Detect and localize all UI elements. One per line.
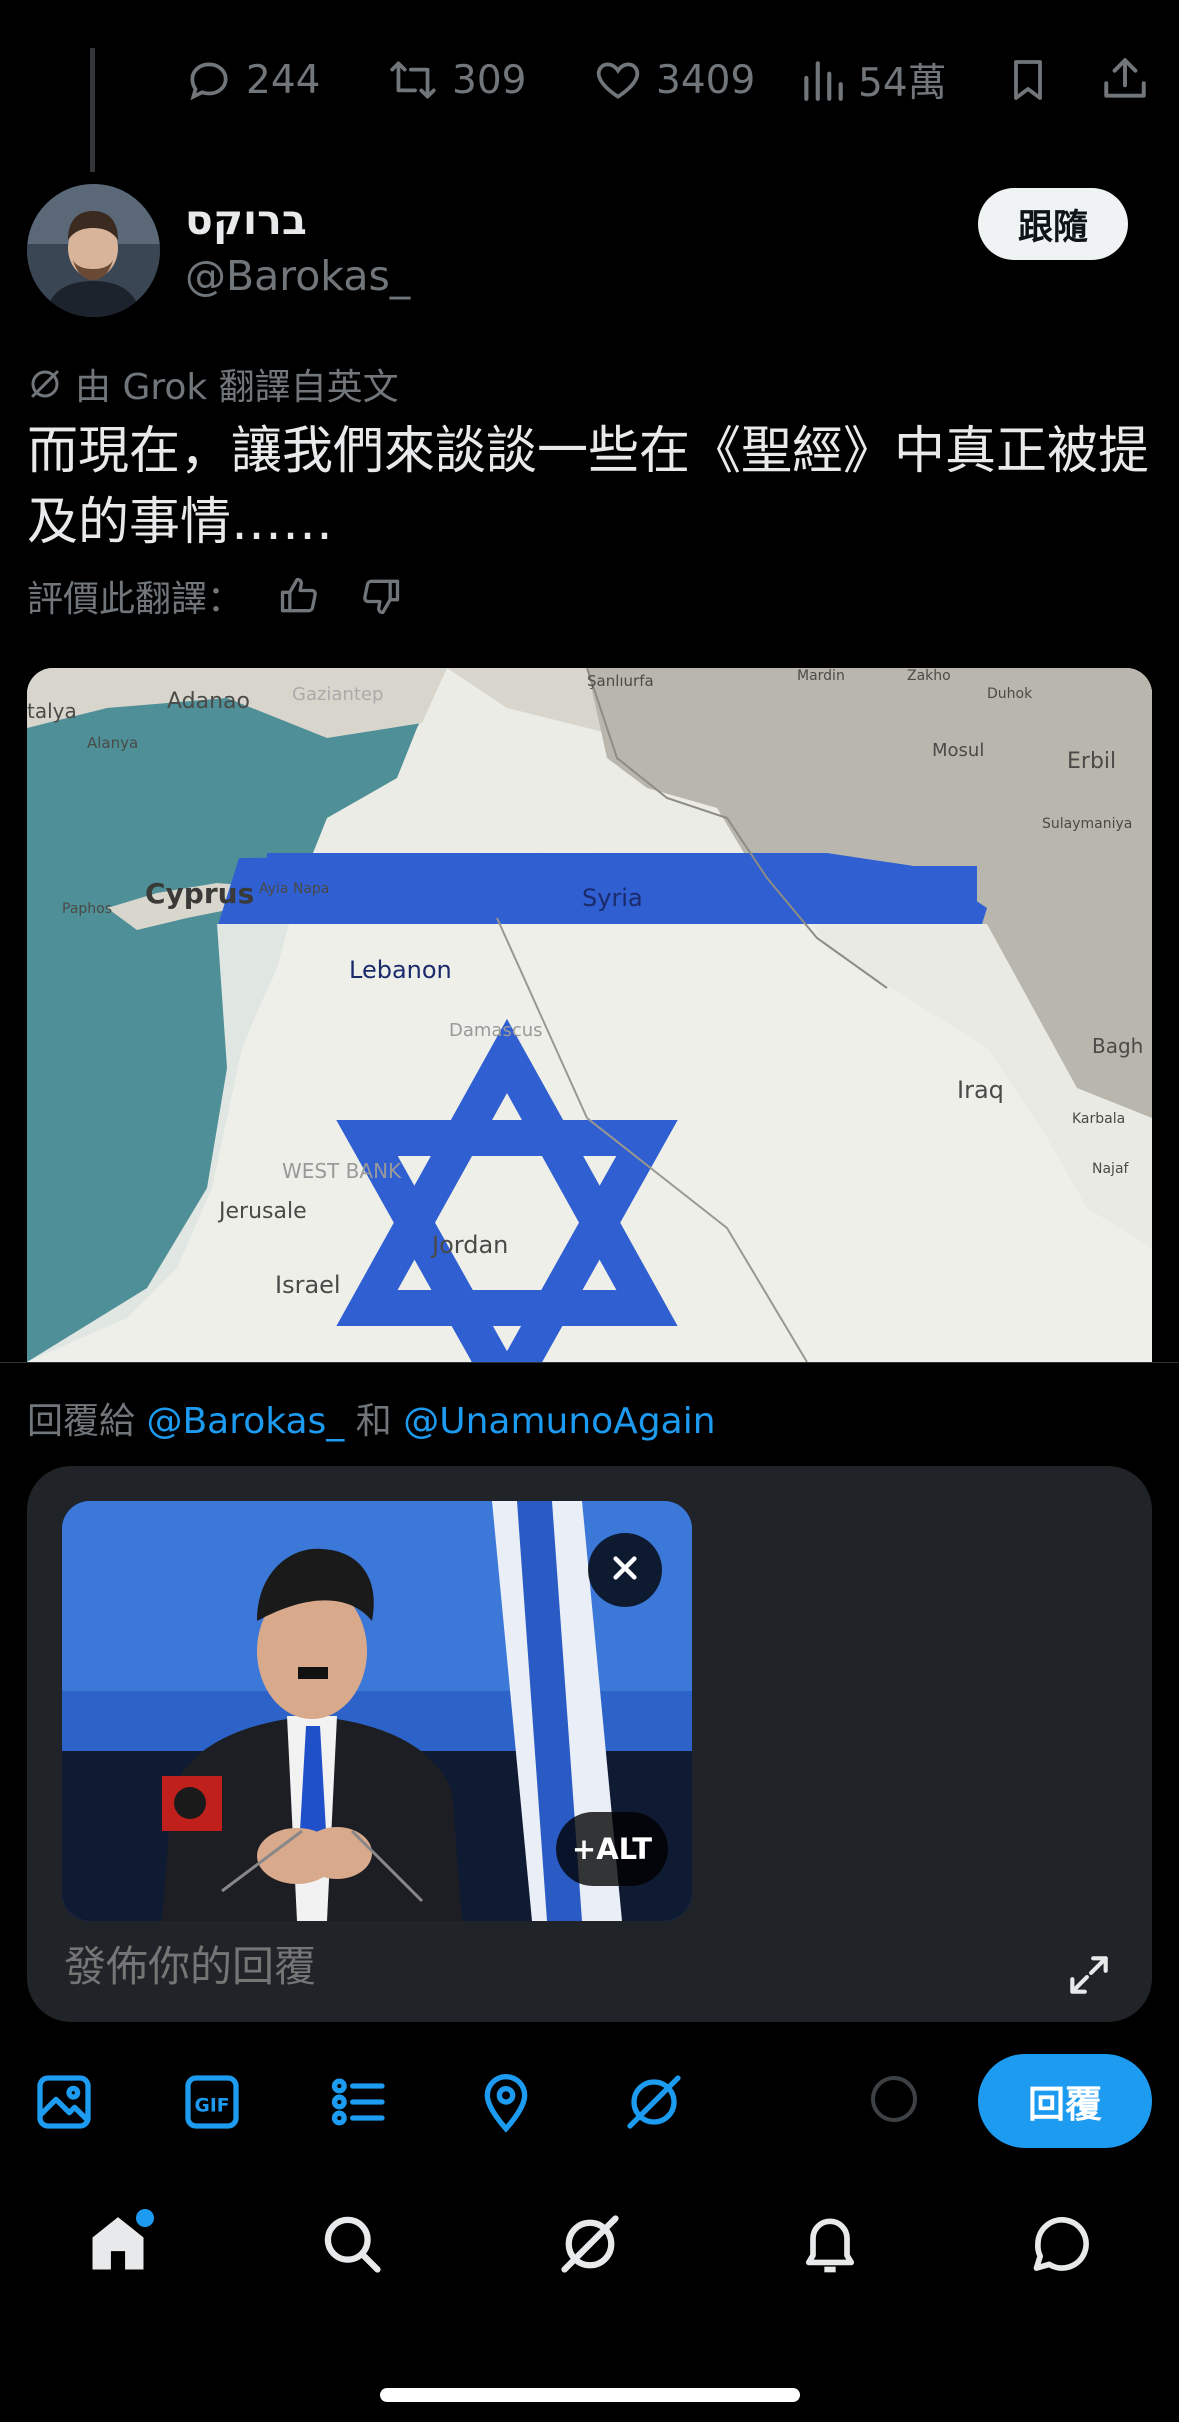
avatar[interactable] [27,184,160,317]
reply-submit-button[interactable]: 回覆 [978,2054,1152,2148]
svg-text:Mosul: Mosul [932,740,984,761]
reply-count: 244 [246,57,321,103]
remove-media-button[interactable] [588,1533,662,1607]
gif-icon[interactable]: GIF [180,2070,244,2134]
grok-icon [27,366,63,402]
repost-icon [386,55,440,105]
svg-text:Zakho: Zakho [907,668,951,684]
svg-text:Israel: Israel [275,1271,341,1299]
like-count: 3409 [656,57,756,103]
grok-icon[interactable] [556,2210,624,2278]
views-action[interactable]: 54萬 [800,52,947,108]
svg-text:WEST BANK: WEST BANK [282,1159,402,1183]
messages-icon[interactable] [1028,2210,1096,2278]
svg-text:GIF: GIF [195,2095,230,2116]
svg-text:Mardin: Mardin [797,668,845,684]
like-action[interactable]: 3409 [592,52,755,108]
repost-action[interactable]: 309 [386,52,526,108]
character-counter [871,2076,917,2122]
svg-text:Ayia Napa: Ayia Napa [259,881,329,897]
svg-text:Damascus: Damascus [449,1020,543,1041]
svg-text:Paphos: Paphos [62,901,112,917]
translation-label: 由 Grok 翻譯自英文 [75,367,399,408]
analytics-icon [800,55,846,105]
translation-note: 由 Grok 翻譯自英文 [27,358,399,410]
svg-text:Jerusale: Jerusale [217,1199,307,1224]
heart-icon [592,55,644,105]
search-icon[interactable] [318,2210,386,2278]
svg-text:Erbil: Erbil [1067,749,1116,774]
svg-text:Adanao: Adanao [167,689,250,714]
location-icon[interactable] [474,2070,538,2134]
reply-action[interactable]: 244 [184,52,320,108]
svg-text:talya: talya [27,699,77,723]
svg-text:Duhok: Duhok [987,686,1033,702]
svg-text:Bagh: Bagh [1092,1034,1143,1058]
svg-text:Alanya: Alanya [87,734,138,752]
svg-text:Şanlıurfa: Şanlıurfa [587,672,654,690]
tweet-text: 而現在，讓我們來談談一些在《聖經》中真正被提及的事情…… [27,422,1150,552]
share-icon[interactable] [1100,54,1150,104]
thumbs-up-icon[interactable] [277,574,321,618]
rate-translation: 評價此翻譯： [27,570,403,622]
expand-icon[interactable] [1064,1950,1114,2000]
follow-button[interactable]: 跟隨 [978,188,1128,260]
reply-to-prefix: 回覆給 [27,1401,136,1442]
poll-icon[interactable] [326,2070,390,2134]
divider [0,1362,1179,1363]
svg-text:Karbala: Karbala [1072,1111,1125,1127]
mention-unamunoagain[interactable]: @UnamunoAgain [403,1401,715,1442]
image-icon[interactable] [32,2070,96,2134]
mention-barokas[interactable]: @Barokas_ [146,1401,344,1442]
svg-text:Gaziantep: Gaziantep [292,684,383,705]
reply-to-line: 回覆給 @Barokas_ 和 @UnamunoAgain [27,1392,716,1444]
views-count: 54萬 [858,61,947,106]
rate-translation-label: 評價此翻譯： [27,579,244,620]
svg-text:Sulaymaniya: Sulaymaniya [1042,816,1132,832]
home-indicator [380,2388,800,2402]
reply-to-conjunction: 和 [355,1401,392,1442]
reply-input[interactable] [62,1942,966,1992]
tweet-media-map[interactable]: talya Alanya Adanao Gaziantep Şanlıurfa … [27,668,1152,1362]
display-name[interactable]: ברוקס [185,196,307,244]
svg-text:Iraq: Iraq [957,1076,1004,1104]
home-notification-dot [133,2206,157,2230]
close-icon [609,1552,641,1588]
grok-icon[interactable] [622,2070,686,2134]
svg-text:Lebanon: Lebanon [349,956,452,984]
repost-count: 309 [452,57,527,103]
notifications-icon[interactable] [796,2210,864,2278]
thread-line [90,48,95,172]
svg-text:Najaf: Najaf [1092,1161,1130,1177]
bookmark-icon[interactable] [1004,56,1052,104]
svg-text:Syria: Syria [582,884,643,912]
add-alt-text-button[interactable]: +ALT [556,1812,668,1886]
svg-text:Jordan: Jordan [430,1231,508,1259]
thumbs-down-icon[interactable] [359,574,403,618]
reply-icon [184,55,234,105]
svg-text:Cyprus: Cyprus [145,877,254,910]
user-handle[interactable]: @Barokas_ [185,252,410,300]
